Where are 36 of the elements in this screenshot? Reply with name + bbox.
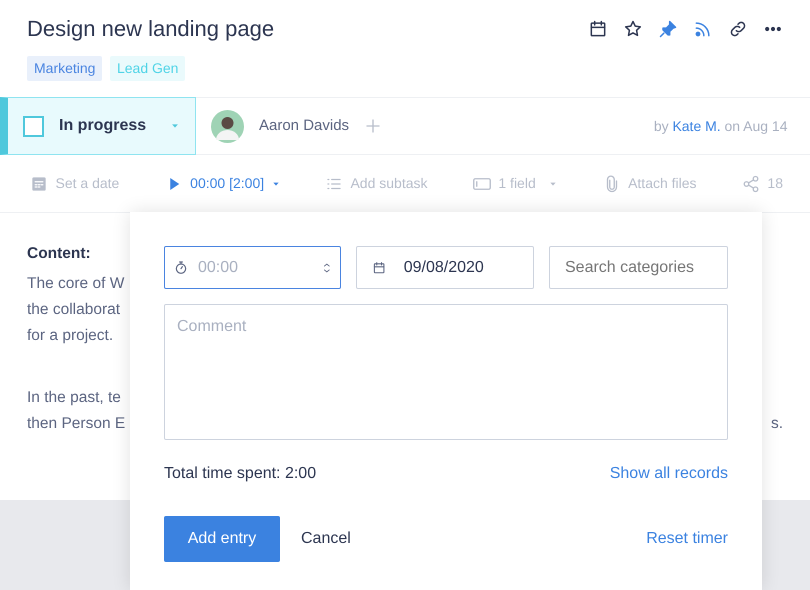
date-input[interactable]: 09/08/2020 <box>402 254 518 280</box>
pin-icon[interactable] <box>658 19 678 40</box>
calendar-icon <box>30 174 48 193</box>
text-line: then Person E <box>27 414 126 434</box>
duration-input[interactable]: 00:00 <box>196 254 314 280</box>
created-date: on Aug 14 <box>724 116 788 136</box>
text-line: s. <box>770 414 783 434</box>
duration-field[interactable]: 00:00 <box>164 246 342 289</box>
author-link[interactable]: Kate M. <box>672 116 721 137</box>
caret-icon <box>272 180 280 188</box>
reset-timer-link[interactable]: Reset timer <box>646 527 728 551</box>
status-label: In progress <box>59 116 148 136</box>
category-search-field[interactable]: Search categories <box>549 246 728 289</box>
show-all-records-link[interactable]: Show all records <box>610 462 728 486</box>
total-time-text: Total time spent: 2:00 <box>164 464 316 484</box>
cancel-button[interactable]: Cancel <box>295 526 357 552</box>
text-line: for a project. <box>27 326 114 346</box>
assignee-name[interactable]: Aaron Davids <box>259 115 350 138</box>
created-by-label: by <box>654 116 669 136</box>
text-line: In the past, te <box>27 388 121 408</box>
comment-field[interactable]: Comment <box>164 304 728 440</box>
status-dropdown[interactable]: In progress <box>0 97 196 156</box>
task-title: Design new landing page <box>27 16 274 42</box>
status-checkbox[interactable] <box>23 116 44 137</box>
tag[interactable]: Marketing <box>27 56 102 82</box>
text-line: The core of W <box>27 274 124 294</box>
share-icon <box>742 174 760 193</box>
text-line: the collaborat <box>27 300 120 320</box>
caret-icon <box>549 180 558 188</box>
timer-button[interactable]: 00:00 [2:00] <box>164 173 280 194</box>
content-heading: Content: <box>27 244 91 264</box>
avatar <box>211 110 244 143</box>
link-icon[interactable] <box>728 19 748 40</box>
add-entry-button[interactable]: Add entry <box>164 516 280 562</box>
calendar-icon[interactable] <box>588 19 608 40</box>
date-field[interactable]: 09/08/2020 <box>356 246 534 289</box>
